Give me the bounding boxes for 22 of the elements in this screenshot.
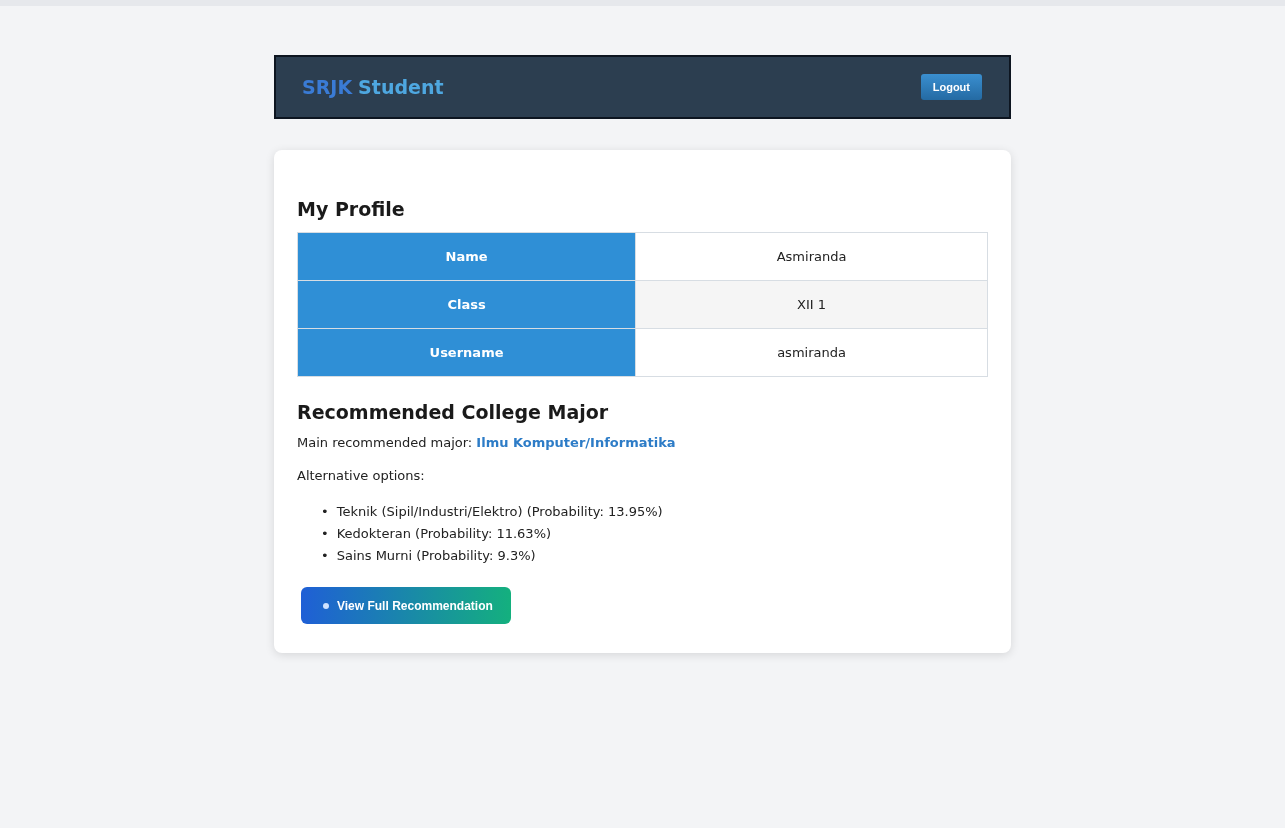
alternative-item: Teknik (Sipil/Industri/Elektro) (Probability: 13.95%) [336,503,663,521]
section-title: My Profile [297,198,406,220]
alternative-item: Kedokteran (Probability: 11.63%) [336,525,552,543]
major-link[interactable]: Ilmu Komputer/Informatika [476,435,676,450]
alternative-item: Sains Murni (Probability: 9.3%) [336,547,536,565]
table-cell: XII 1 [635,280,988,329]
bullet: • [321,547,329,565]
table-cell: asmiranda [635,328,988,377]
view-recommendation-button[interactable]: View Full Recommendation [301,587,511,624]
bullet: • [321,525,329,543]
logout-button[interactable]: Logout [920,74,982,100]
table-cell: Asmiranda [635,232,988,281]
table-header-cell: Name [297,232,636,281]
brand-name: Student [358,76,444,98]
table-header-cell: Username [297,328,636,377]
main-recommendation-text: Main recommended major: Ilmu Komputer/Informatika [297,435,677,450]
dot-icon [323,602,329,609]
section-title: Recommended College Major [297,401,610,423]
bullet: • [321,503,329,521]
table-header-cell: Class [297,280,636,329]
brand-name: SRJK [302,76,353,98]
alternatives-label: Alternative options: [297,468,426,483]
